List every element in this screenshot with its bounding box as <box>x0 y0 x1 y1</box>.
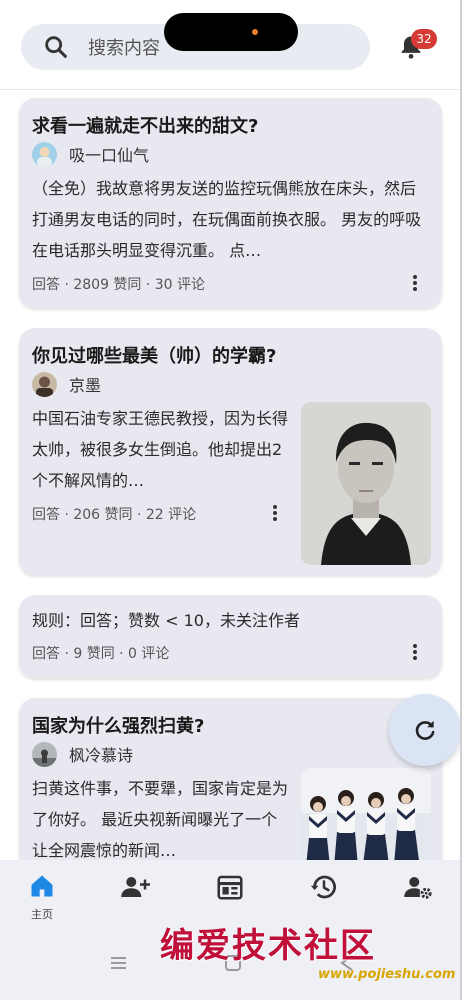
question-title[interactable]: 国家为什么强烈扫黄? <box>32 712 204 738</box>
refresh-icon <box>415 720 435 740</box>
add-person-icon <box>121 877 150 897</box>
feed-card[interactable]: 国家为什么强烈扫黄? 枫冷慕诗 扫黄这件事，不要犟，国家肯定是为了你好。 最近央… <box>19 698 442 860</box>
answer-excerpt[interactable]: 扫黄这件事，不要犟，国家肯定是为了你好。 最近央视新闻曝光了一个让全网震惊的新闻… <box>32 773 288 860</box>
user-settings-icon <box>404 877 432 899</box>
search-icon <box>45 36 67 58</box>
search-placeholder: 搜索内容 <box>88 38 160 59</box>
notification-badge: 32 <box>411 29 437 49</box>
avatar <box>32 141 57 167</box>
refresh-button[interactable] <box>389 694 461 766</box>
question-title[interactable]: 求看一遍就走不出来的甜文? <box>32 112 258 138</box>
answer-thumbnail[interactable] <box>301 402 431 565</box>
home-icon <box>31 875 53 897</box>
nav-account[interactable] <box>388 872 448 932</box>
camera-cutout <box>164 13 298 51</box>
feed-card[interactable]: 求看一遍就走不出来的甜文? 吸一口仙气 （全免）我故意将男友送的监控玩偶熊放在床… <box>19 98 442 308</box>
watermark-logo: 编爱技术社区 <box>160 926 376 966</box>
author-name: 吸一口仙气 <box>69 146 150 165</box>
watermark-url: www.pojieshu.com <box>318 967 456 982</box>
answer-meta: 回答 · 2809 赞同 · 30 评论 <box>32 277 206 293</box>
more-options-icon[interactable] <box>411 643 419 661</box>
question-title[interactable]: 你见过哪些最美（帅）的学霸? <box>32 342 276 368</box>
history-icon <box>310 875 336 899</box>
author-row[interactable]: 吸一口仙气 <box>32 141 149 167</box>
author-row[interactable]: 枫冷慕诗 <box>32 741 133 767</box>
more-options-icon[interactable] <box>271 504 279 522</box>
feed-card[interactable]: 规则：回答；赞数 < 10，未关注作者 回答 · 9 赞同 · 0 评论 <box>19 595 442 678</box>
answer-excerpt[interactable]: （全免）我故意将男友送的监控玩偶熊放在床头，然后打通男友电话的同时，在玩偶面前换… <box>32 173 430 266</box>
answer-meta: 回答 · 9 赞同 · 0 评论 <box>32 646 170 662</box>
calendar-icon <box>217 875 243 900</box>
answer-excerpt[interactable]: 规则：回答；赞数 < 10，未关注作者 <box>32 605 430 636</box>
nav-follow[interactable] <box>105 872 165 932</box>
author-name: 枫冷慕诗 <box>69 746 134 765</box>
author-name: 京墨 <box>69 376 102 395</box>
feed-card[interactable]: 你见过哪些最美（帅）的学霸? 京墨 中国石油专家王德民教授，因为长得太帅，被很多… <box>19 328 442 575</box>
more-options-icon[interactable] <box>411 274 419 292</box>
avatar <box>32 741 57 767</box>
top-bar: 搜索内容 32 <box>0 0 462 90</box>
nav-home-label: 主页 <box>31 908 53 921</box>
answer-meta: 回答 · 206 赞同 · 22 评论 <box>32 507 197 523</box>
nav-home[interactable]: 主页 <box>12 872 72 932</box>
answer-thumbnail[interactable] <box>301 768 431 860</box>
avatar <box>32 371 57 397</box>
author-row[interactable]: 京墨 <box>32 371 101 397</box>
answer-excerpt[interactable]: 中国石油专家王德民教授，因为长得太帅，被很多女生倒追。他却提出2个不解风情的… <box>32 403 288 496</box>
